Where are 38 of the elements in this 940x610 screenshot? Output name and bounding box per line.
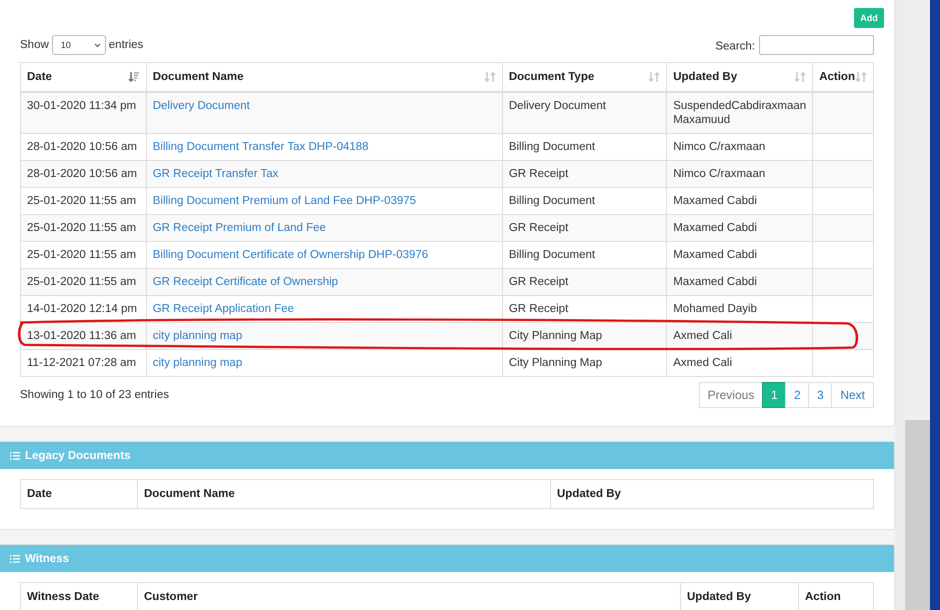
scrollbar-thumb[interactable] <box>905 420 930 610</box>
search-label: Search: <box>715 40 755 52</box>
document-link[interactable]: Delivery Document <box>152 100 250 112</box>
table-cell: City Planning Map <box>502 350 667 376</box>
page-button[interactable]: 2 <box>785 382 810 408</box>
table-cell: Axmed Cali <box>666 350 813 376</box>
entries-select[interactable]: 10 <box>52 35 106 55</box>
show-label: Show <box>20 39 49 52</box>
column-header: Witness Date <box>20 582 138 610</box>
section-title: Witness <box>25 552 69 564</box>
table-cell: 11-12-2021 07:28 am <box>20 350 146 376</box>
page-button[interactable]: Next <box>831 382 874 408</box>
sort-icon[interactable] <box>128 71 140 83</box>
column-header: Updated By <box>680 582 798 610</box>
page-button[interactable]: 3 <box>808 382 832 408</box>
entries-info: Showing 1 to 10 of 23 entries <box>20 389 169 401</box>
document-link[interactable]: GR Receipt Application Fee <box>152 303 294 315</box>
column-header: Action <box>798 582 874 610</box>
column-header: Customer <box>138 582 680 610</box>
document-link[interactable]: GR Receipt Premium of Land Fee <box>152 222 326 234</box>
column-header: Document Name <box>138 480 550 508</box>
add-button[interactable]: Add <box>854 8 884 28</box>
chevron-icon <box>94 42 101 48</box>
document-link[interactable]: Billing Document Certificate of Ownership DHP-03976 <box>152 249 428 261</box>
column-header: Date <box>20 480 138 508</box>
entries-label: entries <box>108 39 144 52</box>
section-title: Legacy Documents <box>25 450 130 462</box>
document-link[interactable]: Billing Document Transfer Tax DHP-04188 <box>152 141 369 153</box>
list-icon <box>10 554 20 562</box>
list-icon <box>10 452 20 460</box>
page-button[interactable]: 1 <box>762 382 786 408</box>
column-header: Updated By <box>550 480 874 508</box>
document-link[interactable]: city planning map <box>152 330 242 342</box>
document-link[interactable]: city planning map <box>152 357 242 369</box>
document-link[interactable]: GR Receipt Transfer Tax <box>152 168 278 180</box>
search-field[interactable] <box>759 35 874 55</box>
document-link[interactable]: Billing Document Premium of Land Fee DHP-03975 <box>152 195 416 207</box>
document-link[interactable]: GR Receipt Certificate of Ownership <box>152 276 338 288</box>
